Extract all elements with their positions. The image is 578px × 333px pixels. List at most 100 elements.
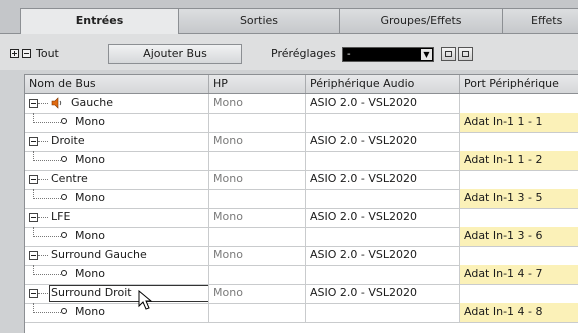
tree-connector [38, 179, 48, 180]
channel-name-label: Mono [75, 115, 105, 128]
audio-device-cell [306, 151, 460, 170]
audio-device-cell [306, 227, 460, 246]
hp-cell[interactable]: Mono [209, 208, 306, 227]
hp-cell [209, 113, 306, 132]
hp-cell [209, 265, 306, 284]
channel-node-icon [61, 308, 67, 314]
audio-device-cell [306, 265, 460, 284]
device-port-cell[interactable]: Adat In-1 3 - 5 [460, 189, 578, 208]
device-port-cell[interactable] [460, 94, 578, 113]
device-port-cell[interactable] [460, 132, 578, 151]
presets-dropdown[interactable]: - ▼ [342, 47, 434, 62]
bus-name-label: Surround Droit [51, 286, 132, 299]
table-row[interactable]: Mono Adat In-1 1 - 1 [25, 113, 578, 133]
device-port-cell[interactable] [460, 170, 578, 189]
table-row[interactable]: Mono Adat In-1 4 - 8 [25, 303, 578, 323]
bus-name-label: Droite [51, 134, 85, 147]
audio-device-cell[interactable]: ASIO 2.0 - VSL2020 [306, 284, 460, 303]
audio-device-cell [306, 303, 460, 322]
channel-name-cell[interactable]: Mono [25, 151, 209, 170]
column-header-device-port[interactable]: Port Périphérique [460, 75, 578, 93]
hp-cell [209, 227, 306, 246]
tab-entrees[interactable]: Entrées [20, 8, 179, 34]
hp-cell [209, 151, 306, 170]
tab-bar: Entrées Sorties Groupes/Effets Effets [0, 0, 578, 34]
column-header-audio-device[interactable]: Périphérique Audio [306, 75, 460, 93]
collapse-icon[interactable] [29, 99, 38, 108]
presets-value: - [347, 49, 351, 60]
audio-device-cell[interactable]: ASIO 2.0 - VSL2020 [306, 208, 460, 227]
tree-connector [38, 255, 48, 256]
channel-name-cell[interactable]: Mono [25, 265, 209, 284]
device-port-cell[interactable]: Adat In-1 4 - 7 [460, 265, 578, 284]
device-port-cell[interactable]: Adat In-1 4 - 8 [460, 303, 578, 322]
audio-device-cell [306, 113, 460, 132]
hp-cell [209, 303, 306, 322]
channel-name-cell[interactable]: Mono [25, 303, 209, 322]
bus-name-cell[interactable]: Surround Gauche [25, 246, 209, 265]
table-row[interactable]: Mono Adat In-1 3 - 6 [25, 227, 578, 247]
bus-name-cell[interactable]: Droite [25, 132, 209, 151]
bus-name-cell[interactable]: Surround Droit [25, 284, 209, 303]
collapse-all-icon[interactable] [22, 49, 31, 58]
table-row[interactable]: Surround Gauche Mono ASIO 2.0 - VSL2020 [25, 246, 578, 266]
bus-name-cell[interactable]: Gauche [25, 94, 209, 113]
table-row[interactable]: Droite Mono ASIO 2.0 - VSL2020 [25, 132, 578, 152]
audio-device-cell[interactable]: ASIO 2.0 - VSL2020 [306, 170, 460, 189]
device-port-cell[interactable] [460, 246, 578, 265]
table-row[interactable]: Gauche Mono ASIO 2.0 - VSL2020 [25, 94, 578, 114]
device-port-cell[interactable] [460, 208, 578, 227]
collapse-icon[interactable] [29, 137, 38, 146]
channel-name-label: Mono [75, 267, 105, 280]
collapse-icon[interactable] [29, 213, 38, 222]
collapse-icon[interactable] [29, 289, 38, 298]
bus-name-cell[interactable]: Centre [25, 170, 209, 189]
table-row[interactable]: Mono Adat In-1 3 - 5 [25, 189, 578, 209]
all-label: Tout [36, 47, 59, 60]
tab-sorties[interactable]: Sorties [178, 8, 340, 33]
device-port-cell[interactable] [460, 284, 578, 303]
channel-name-cell[interactable]: Mono [25, 189, 209, 208]
hp-cell[interactable]: Mono [209, 132, 306, 151]
hp-cell[interactable]: Mono [209, 94, 306, 113]
tree-connector [33, 198, 61, 199]
bus-name-cell[interactable]: LFE [25, 208, 209, 227]
device-port-cell[interactable]: Adat In-1 3 - 6 [460, 227, 578, 246]
tree-connector [38, 293, 48, 294]
tree-connector [38, 217, 48, 218]
table-row[interactable]: Mono Adat In-1 4 - 7 [25, 265, 578, 285]
tree-connector [33, 312, 61, 313]
column-header-bus-name[interactable]: Nom de Bus [25, 75, 209, 93]
chevron-down-icon[interactable]: ▼ [421, 49, 432, 60]
hp-cell[interactable]: Mono [209, 170, 306, 189]
audio-device-cell[interactable]: ASIO 2.0 - VSL2020 [306, 132, 460, 151]
audio-device-cell[interactable]: ASIO 2.0 - VSL2020 [306, 246, 460, 265]
hp-cell[interactable]: Mono [209, 284, 306, 303]
channel-name-cell[interactable]: Mono [25, 227, 209, 246]
collapse-icon[interactable] [29, 175, 38, 184]
channel-node-icon [61, 118, 67, 124]
add-bus-button[interactable]: Ajouter Bus [108, 44, 242, 64]
channel-node-icon [61, 232, 67, 238]
bus-name-label: LFE [51, 210, 71, 223]
channel-node-icon [61, 270, 67, 276]
device-port-cell[interactable]: Adat In-1 1 - 2 [460, 151, 578, 170]
tree-connector [33, 122, 61, 123]
hp-cell[interactable]: Mono [209, 246, 306, 265]
delete-preset-button[interactable] [458, 47, 473, 61]
channel-name-label: Mono [75, 191, 105, 204]
table-row[interactable]: Mono Adat In-1 1 - 2 [25, 151, 578, 171]
tab-effets[interactable]: Effets [502, 8, 578, 33]
expand-all-icon[interactable] [10, 49, 19, 58]
tree-connector [33, 274, 61, 275]
tab-groupes-effets[interactable]: Groupes/Effets [339, 8, 503, 33]
audio-device-cell[interactable]: ASIO 2.0 - VSL2020 [306, 94, 460, 113]
save-preset-button[interactable] [441, 47, 456, 61]
channel-name-cell[interactable]: Mono [25, 113, 209, 132]
collapse-icon[interactable] [29, 251, 38, 260]
table-row[interactable]: Centre Mono ASIO 2.0 - VSL2020 [25, 170, 578, 190]
table-row[interactable]: Surround Droit Mono ASIO 2.0 - VSL2020 [25, 284, 578, 304]
device-port-cell[interactable]: Adat In-1 1 - 1 [460, 113, 578, 132]
column-header-hp[interactable]: HP [209, 75, 306, 93]
table-row[interactable]: LFE Mono ASIO 2.0 - VSL2020 [25, 208, 578, 228]
